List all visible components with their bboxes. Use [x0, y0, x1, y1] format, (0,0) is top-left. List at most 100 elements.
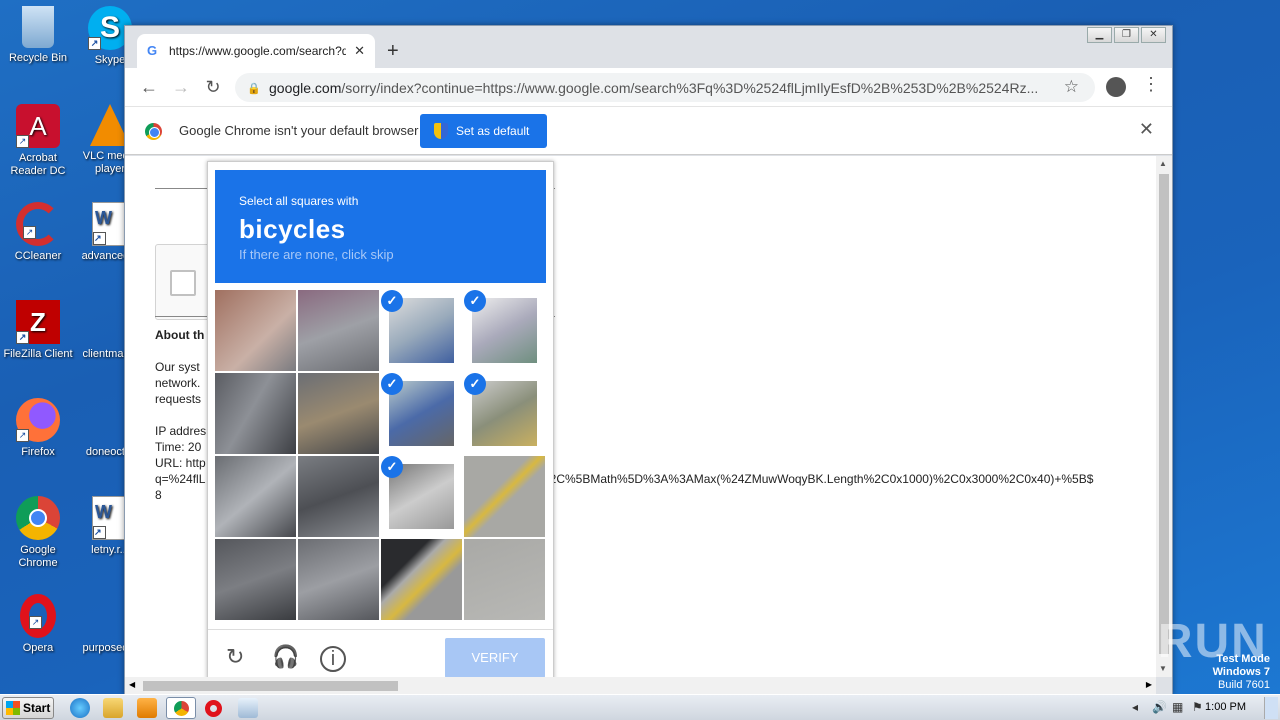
reload-challenge-icon[interactable]: ↻: [226, 644, 244, 670]
tab-title: https://www.google.com/search?q=: [169, 44, 347, 58]
acrobat-icon: A ↗: [16, 104, 60, 148]
watermark-line: Build 7601: [1218, 679, 1270, 691]
file-explorer-icon[interactable]: [103, 698, 123, 718]
grid-tile-selected[interactable]: ✓: [381, 290, 462, 371]
grid-tile[interactable]: [298, 373, 379, 454]
grid-tile[interactable]: [298, 539, 379, 620]
menu-dots-icon[interactable]: ⋮: [1142, 74, 1160, 95]
grid-tile[interactable]: [215, 456, 296, 537]
audio-challenge-icon[interactable]: 🎧: [272, 644, 299, 670]
grid-tile[interactable]: [298, 290, 379, 371]
media-player-icon[interactable]: [137, 698, 157, 718]
grid-tile[interactable]: [215, 539, 296, 620]
recaptcha-checkbox[interactable]: [170, 270, 196, 296]
minimize-button[interactable]: ▁: [1087, 27, 1112, 43]
grid-tile[interactable]: [215, 290, 296, 371]
network-icon[interactable]: ▦: [1172, 700, 1188, 716]
close-tab-icon[interactable]: ✕: [354, 43, 365, 59]
desktop-icon-firefox[interactable]: ↗ Firefox: [0, 398, 76, 459]
bookmark-star-icon[interactable]: ☆: [1064, 77, 1079, 97]
tray-chevron-icon[interactable]: ◂: [1132, 700, 1148, 716]
desktop-icon-ccleaner[interactable]: ↗ CCleaner: [0, 202, 76, 263]
close-window-button[interactable]: ✕: [1141, 27, 1166, 43]
new-tab-button[interactable]: +: [387, 40, 399, 63]
start-button[interactable]: Start: [2, 697, 54, 719]
watermark-line: Test Mode: [1216, 653, 1270, 665]
toolbar: ← → ↻ 🔒 google.com/sorry/index?continue=…: [125, 68, 1172, 106]
grid-tile[interactable]: [215, 373, 296, 454]
page-viewport: About th Our syst network. requests IP a…: [125, 156, 1156, 677]
grid-tile-selected[interactable]: ✓: [464, 373, 545, 454]
desktop-icon-acrobat[interactable]: A ↗ Acrobat Reader DC: [0, 104, 76, 178]
opera-taskbar-icon[interactable]: [205, 700, 222, 717]
address-bar[interactable]: 🔒 google.com/sorry/index?continue=https:…: [235, 73, 1095, 102]
grid-tile-selected[interactable]: ✓: [381, 373, 462, 454]
set-as-default-label: Set as default: [456, 124, 530, 138]
selected-check-icon: ✓: [381, 373, 403, 395]
grid-tile[interactable]: [381, 539, 462, 620]
desktop-icon-chrome[interactable]: Google Chrome: [0, 496, 76, 570]
info-icon[interactable]: i: [320, 646, 346, 672]
restore-button[interactable]: ❐: [1114, 27, 1139, 43]
challenge-header: Select all squares with bicycles If ther…: [215, 170, 546, 283]
ip-address-label: IP addres: [155, 424, 207, 438]
set-as-default-button[interactable]: Set as default: [420, 114, 547, 148]
volume-icon[interactable]: 🔊: [1152, 700, 1168, 716]
windows-logo-icon: [6, 701, 20, 715]
back-icon[interactable]: ←: [133, 77, 165, 98]
scroll-left-icon[interactable]: ◀: [129, 680, 135, 689]
page-line: Our syst: [155, 360, 200, 374]
scroll-right-icon[interactable]: ▶: [1146, 680, 1152, 689]
scroll-up-icon[interactable]: ▲: [1159, 159, 1167, 168]
window-controls: ▁ ❐ ✕: [1087, 27, 1166, 43]
selected-check-icon: ✓: [381, 290, 403, 312]
url-domain: google.com: [269, 79, 342, 96]
watermark-line: Windows 7: [1212, 666, 1270, 678]
chrome-taskbar-icon[interactable]: [166, 697, 196, 719]
selected-check-icon: ✓: [464, 290, 486, 312]
browser-tab[interactable]: G https://www.google.com/search?q= ✕: [137, 34, 375, 68]
show-desktop-button[interactable]: [1264, 697, 1278, 719]
grid-tile[interactable]: [298, 456, 379, 537]
grid-tile-selected[interactable]: ✓: [464, 290, 545, 371]
desktop-icon-filezilla[interactable]: Z ↗ FileZilla Client: [0, 300, 76, 361]
challenge-instruction: Select all squares with: [239, 194, 359, 208]
filezilla-icon: Z ↗: [16, 300, 60, 344]
desktop-icon-recycle-bin[interactable]: Recycle Bin: [0, 6, 76, 65]
infobar-close-icon[interactable]: ✕: [1139, 119, 1154, 140]
taskbar-clock[interactable]: 1:00 PM: [1205, 701, 1246, 713]
grid-tile[interactable]: [464, 456, 545, 537]
taskbar: Start ◂ 🔊 ▦ ⚑ 1:00 PM: [0, 694, 1280, 720]
forward-icon[interactable]: →: [165, 77, 197, 98]
ccleaner-icon: ↗: [16, 202, 60, 246]
profile-avatar-icon[interactable]: [1106, 77, 1126, 97]
url-value-end: %2C%5BMath%5D%3A%3AMax(%24ZMuwWoqyBK.Len…: [539, 472, 1094, 486]
scrollbar-thumb[interactable]: [1159, 174, 1169, 654]
recycle-bin-icon: [22, 6, 54, 48]
grid-tile-selected[interactable]: ✓: [381, 456, 462, 537]
internet-explorer-icon[interactable]: [70, 698, 90, 718]
infobar-message: Google Chrome isn't your default browser: [179, 123, 419, 138]
desktop-icon-label: Google Chrome: [18, 544, 58, 569]
desktop-icon-label: Opera: [22, 642, 54, 654]
page-line: requests: [155, 392, 202, 406]
reload-icon[interactable]: ↻: [197, 77, 229, 98]
selected-check-icon: ✓: [381, 456, 403, 478]
desktop-icon-opera[interactable]: ↗ Opera: [0, 594, 76, 655]
horizontal-scrollbar[interactable]: ◀ ▶: [125, 677, 1156, 694]
scrollbar-thumb[interactable]: [143, 681, 398, 691]
challenge-footer: ↻ 🎧 i VERIFY: [208, 629, 553, 677]
start-label: Start: [23, 701, 51, 715]
vertical-scrollbar[interactable]: ▲ ▼: [1156, 156, 1172, 677]
uac-shield-icon: [434, 123, 448, 139]
desktop-icon-label: Recycle Bin: [8, 52, 68, 64]
verify-button[interactable]: VERIFY: [445, 638, 545, 677]
time-label: Time: 20: [155, 440, 202, 454]
challenge-target: bicycles: [239, 214, 346, 244]
desktop-icon-label: CCleaner: [14, 250, 62, 262]
challenge-hint: If there are none, click skip: [239, 247, 394, 262]
test-mode-watermark: Test Mode Windows 7 Build 7601: [1213, 653, 1270, 692]
url-path: /sorry/index?continue=https://www.google…: [341, 79, 1039, 96]
notepad-icon[interactable]: [238, 698, 258, 718]
grid-tile[interactable]: [464, 539, 545, 620]
